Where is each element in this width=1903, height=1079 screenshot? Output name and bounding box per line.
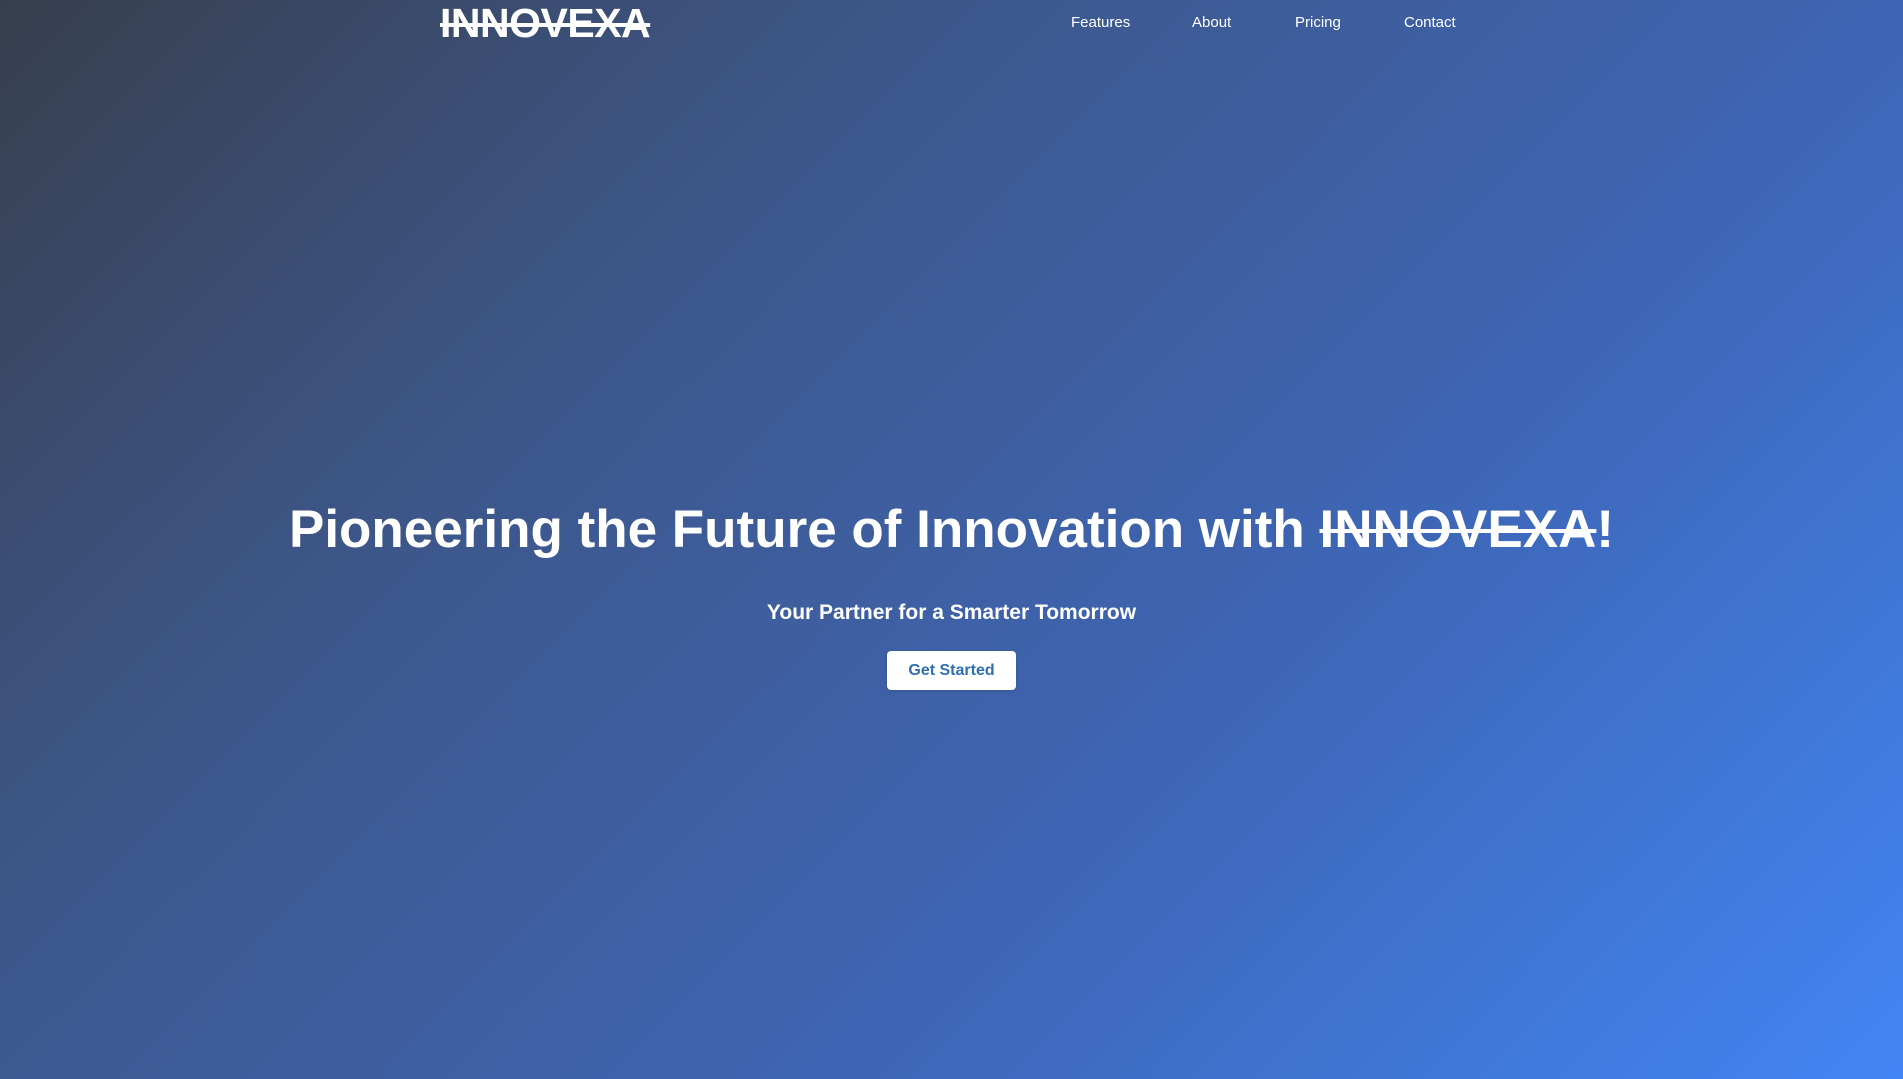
hero-title-suffix: ! (1596, 500, 1614, 559)
hero-subtitle: Your Partner for a Smarter Tomorrow (766, 601, 1137, 624)
hero-title-brand: INNOVEXA (1319, 500, 1597, 559)
hero-title: Pioneering the Future of Innovation with… (0, 498, 1903, 562)
hero-section: Pioneering the Future of Innovation with… (0, 0, 1903, 1079)
hero-title-prefix: Pioneering the Future of Innovation with (288, 500, 1320, 559)
get-started-button[interactable]: Get Started (887, 651, 1016, 690)
